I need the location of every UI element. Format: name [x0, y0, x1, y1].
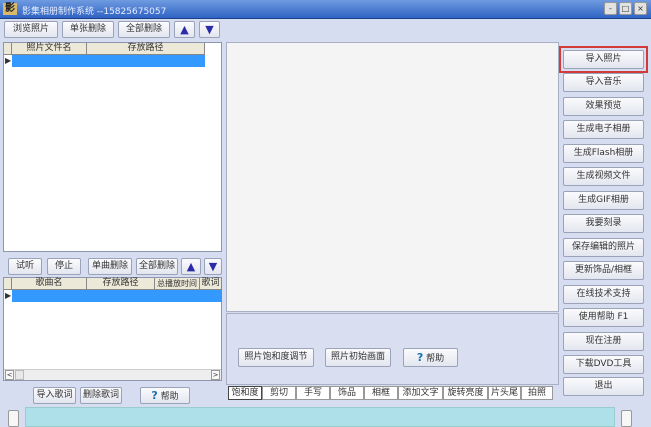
download-dvd-tool-button[interactable]: 下载DVD工具 — [563, 355, 644, 374]
song-down-button[interactable]: ▼ — [204, 258, 222, 275]
help-icon: ? — [151, 389, 158, 402]
saturation-button[interactable]: 照片饱和度调节 — [238, 348, 314, 367]
delete-one-song-button[interactable]: 单曲删除 — [88, 258, 132, 275]
photo-table[interactable]: 照片文件名 存放路径 ▶ — [3, 42, 222, 252]
help-icon: ? — [416, 351, 424, 364]
help-f1-button[interactable]: 使用帮助 F1 — [563, 308, 644, 327]
import-lyrics-button[interactable]: 导入歌词 — [33, 387, 76, 404]
tab-saturation[interactable]: 饱和度 — [228, 386, 262, 400]
delete-all-photos-button[interactable]: 全部删除 — [118, 21, 170, 38]
initial-image-button[interactable]: 照片初始画面 — [325, 348, 391, 367]
window-title: 影集相册制作系统 --15825675057 — [22, 7, 167, 17]
scroll-thumb[interactable] — [15, 370, 24, 380]
make-gif-button[interactable]: 生成GIF相册 — [563, 191, 644, 210]
photo-preview-area — [226, 42, 559, 312]
column-header[interactable]: 存放路径 — [87, 278, 155, 290]
horizontal-scrollbar[interactable]: < > — [4, 369, 221, 380]
preview-button[interactable]: 效果预览 — [563, 97, 644, 116]
close-button[interactable]: × — [634, 2, 647, 15]
minimize-button[interactable]: - — [604, 2, 617, 15]
listen-button[interactable]: 试听 — [8, 258, 42, 275]
import-photos-button[interactable]: 导入照片 — [563, 50, 644, 69]
music-table[interactable]: 歌曲名 存放路径 总播放时间 歌词 ▶ < > — [3, 277, 222, 381]
tab-handwrite[interactable]: 手写 — [296, 386, 330, 400]
song-up-button[interactable]: ▲ — [181, 258, 201, 275]
column-header[interactable]: 照片文件名 — [12, 43, 87, 55]
tab-intro-outro[interactable]: 片头尾 — [488, 386, 521, 400]
strip-scroll-left[interactable] — [8, 410, 19, 427]
scroll-right-icon[interactable]: > — [211, 370, 220, 380]
thumbnail-strip[interactable] — [25, 407, 615, 427]
delete-all-songs-button[interactable]: 全部删除 — [136, 258, 178, 275]
strip-scroll-right[interactable] — [621, 410, 632, 427]
app-logo-icon: 影 — [3, 3, 17, 15]
column-header[interactable]: 歌词 — [200, 278, 222, 290]
column-header[interactable]: 歌曲名 — [12, 278, 87, 290]
help-label: 帮助 — [426, 354, 445, 364]
column-header[interactable]: 存放路径 — [87, 43, 205, 55]
save-edited-photo-button[interactable]: 保存编辑的照片 — [563, 238, 644, 257]
stop-button[interactable]: 停止 — [47, 258, 81, 275]
tab-add-text[interactable]: 添加文字 — [398, 386, 443, 400]
move-down-button[interactable]: ▼ — [199, 21, 220, 38]
help-label: 帮助 — [160, 392, 179, 402]
delete-lyrics-button[interactable]: 删除歌词 — [80, 387, 122, 404]
table-row[interactable] — [12, 290, 222, 302]
column-header[interactable]: 总播放时间 — [155, 278, 200, 290]
row-pointer-icon: ▶ — [5, 56, 12, 65]
move-up-button[interactable]: ▲ — [174, 21, 195, 38]
title-bar: 影 影集相册制作系统 --15825675057 - □ × — [0, 0, 651, 19]
make-ealbum-button[interactable]: 生成电子相册 — [563, 120, 644, 139]
make-video-button[interactable]: 生成视频文件 — [563, 167, 644, 186]
delete-one-photo-button[interactable]: 单张删除 — [62, 21, 114, 38]
make-flash-album-button[interactable]: 生成Flash相册 — [563, 144, 644, 163]
scroll-left-icon[interactable]: < — [5, 370, 14, 380]
register-button[interactable]: 现在注册 — [563, 332, 644, 351]
tab-rotate-brightness[interactable]: 旋转亮度 — [443, 386, 488, 400]
center-help-button[interactable]: ? 帮助 — [403, 348, 458, 367]
burn-button[interactable]: 我要刻录 — [563, 214, 644, 233]
table-row[interactable] — [12, 55, 205, 67]
exit-button[interactable]: 退出 — [563, 377, 644, 396]
online-support-button[interactable]: 在线技术支持 — [563, 285, 644, 304]
tab-ornament[interactable]: 饰品 — [330, 386, 364, 400]
tab-photo[interactable]: 拍照 — [521, 386, 553, 400]
tab-crop[interactable]: 剪切 — [262, 386, 296, 400]
browse-photos-button[interactable]: 浏览照片 — [4, 21, 58, 38]
import-music-button[interactable]: 导入音乐 — [563, 73, 644, 92]
tab-frame[interactable]: 相框 — [364, 386, 398, 400]
row-pointer-icon: ▶ — [5, 291, 12, 300]
maximize-button[interactable]: □ — [619, 2, 632, 15]
lyrics-help-button[interactable]: ? 帮助 — [140, 387, 190, 404]
update-ornaments-button[interactable]: 更新饰品/相框 — [563, 261, 644, 280]
